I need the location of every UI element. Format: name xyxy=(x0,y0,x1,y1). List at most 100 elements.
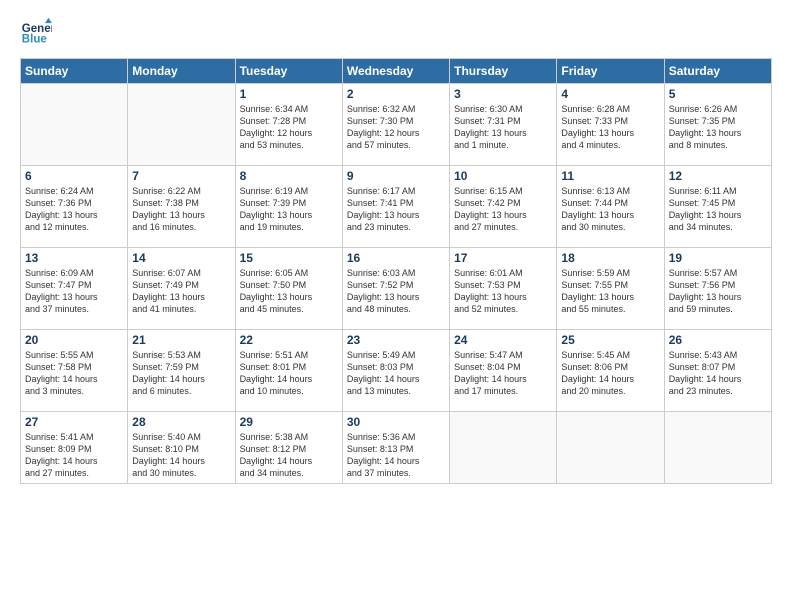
day-number: 25 xyxy=(561,333,659,347)
page-header: General Blue xyxy=(20,16,772,48)
day-number: 4 xyxy=(561,87,659,101)
col-header-friday: Friday xyxy=(557,59,664,84)
day-info: Sunrise: 6:13 AM Sunset: 7:44 PM Dayligh… xyxy=(561,185,659,234)
day-number: 10 xyxy=(454,169,552,183)
day-info: Sunrise: 6:11 AM Sunset: 7:45 PM Dayligh… xyxy=(669,185,767,234)
calendar-cell: 1 Sunrise: 6:34 AM Sunset: 7:28 PM Daylig… xyxy=(235,84,342,166)
calendar-cell: 19Sunrise: 5:57 AM Sunset: 7:56 PM Dayli… xyxy=(664,248,771,330)
week-row-1: 1 Sunrise: 6:34 AM Sunset: 7:28 PM Daylig… xyxy=(21,84,772,166)
calendar-cell: 8 Sunrise: 6:19 AM Sunset: 7:39 PM Daylig… xyxy=(235,166,342,248)
day-number: 2 xyxy=(347,87,445,101)
day-info: Sunrise: 6:28 AM Sunset: 7:33 PM Dayligh… xyxy=(561,103,659,152)
calendar-cell xyxy=(557,412,664,484)
calendar-cell: 9 Sunrise: 6:17 AM Sunset: 7:41 PM Daylig… xyxy=(342,166,449,248)
calendar-cell: 29Sunrise: 5:38 AM Sunset: 8:12 PM Dayli… xyxy=(235,412,342,484)
day-info: Sunrise: 5:45 AM Sunset: 8:06 PM Dayligh… xyxy=(561,349,659,398)
day-number: 16 xyxy=(347,251,445,265)
calendar-cell: 14 Sunrise: 6:07 AM Sunset: 7:49 PM Dayli… xyxy=(128,248,235,330)
day-number: 6 xyxy=(25,169,123,183)
day-number: 8 xyxy=(240,169,338,183)
calendar-cell: 18 Sunrise: 5:59 AM Sunset: 7:55 PM Dayli… xyxy=(557,248,664,330)
col-header-monday: Monday xyxy=(128,59,235,84)
day-info: Sunrise: 5:36 AM Sunset: 8:13 PM Dayligh… xyxy=(347,431,445,480)
calendar-cell: 27 Sunrise: 5:41 AM Sunset: 8:09 PM Dayli… xyxy=(21,412,128,484)
day-info: Sunrise: 6:19 AM Sunset: 7:39 PM Dayligh… xyxy=(240,185,338,234)
day-info: Sunrise: 6:07 AM Sunset: 7:49 PM Dayligh… xyxy=(132,267,230,316)
day-number: 23 xyxy=(347,333,445,347)
svg-text:Blue: Blue xyxy=(22,34,48,46)
calendar-cell: 26 Sunrise: 5:43 AM Sunset: 8:07 PM Dayli… xyxy=(664,330,771,412)
logo: General Blue xyxy=(20,16,56,48)
day-number: 28 xyxy=(132,415,230,429)
day-number: 9 xyxy=(347,169,445,183)
day-info: Sunrise: 6:34 AM Sunset: 7:28 PM Dayligh… xyxy=(240,103,338,152)
day-info: Sunrise: 6:24 AM Sunset: 7:36 PM Dayligh… xyxy=(25,185,123,234)
day-info: Sunrise: 6:22 AM Sunset: 7:38 PM Dayligh… xyxy=(132,185,230,234)
day-info: Sunrise: 6:30 AM Sunset: 7:31 PM Dayligh… xyxy=(454,103,552,152)
day-number: 1 xyxy=(240,87,338,101)
calendar-cell: 3 Sunrise: 6:30 AM Sunset: 7:31 PM Daylig… xyxy=(450,84,557,166)
week-row-4: 20 Sunrise: 5:55 AM Sunset: 7:58 PM Dayli… xyxy=(21,330,772,412)
calendar-cell: 15Sunrise: 6:05 AM Sunset: 7:50 PM Dayli… xyxy=(235,248,342,330)
calendar-cell: 4 Sunrise: 6:28 AM Sunset: 7:33 PM Daylig… xyxy=(557,84,664,166)
day-number: 12 xyxy=(669,169,767,183)
day-number: 3 xyxy=(454,87,552,101)
day-info: Sunrise: 5:55 AM Sunset: 7:58 PM Dayligh… xyxy=(25,349,123,398)
day-info: Sunrise: 5:47 AM Sunset: 8:04 PM Dayligh… xyxy=(454,349,552,398)
day-number: 17 xyxy=(454,251,552,265)
day-info: Sunrise: 6:15 AM Sunset: 7:42 PM Dayligh… xyxy=(454,185,552,234)
day-info: Sunrise: 5:49 AM Sunset: 8:03 PM Dayligh… xyxy=(347,349,445,398)
day-number: 30 xyxy=(347,415,445,429)
col-header-thursday: Thursday xyxy=(450,59,557,84)
day-info: Sunrise: 5:40 AM Sunset: 8:10 PM Dayligh… xyxy=(132,431,230,480)
day-number: 24 xyxy=(454,333,552,347)
calendar-cell: 16Sunrise: 6:03 AM Sunset: 7:52 PM Dayli… xyxy=(342,248,449,330)
day-number: 15 xyxy=(240,251,338,265)
calendar-cell: 23 Sunrise: 5:49 AM Sunset: 8:03 PM Dayli… xyxy=(342,330,449,412)
day-number: 26 xyxy=(669,333,767,347)
day-number: 5 xyxy=(669,87,767,101)
day-info: Sunrise: 6:01 AM Sunset: 7:53 PM Dayligh… xyxy=(454,267,552,316)
calendar-cell: 17 Sunrise: 6:01 AM Sunset: 7:53 PM Dayli… xyxy=(450,248,557,330)
day-number: 18 xyxy=(561,251,659,265)
calendar-cell: 24 Sunrise: 5:47 AM Sunset: 8:04 PM Dayli… xyxy=(450,330,557,412)
day-info: Sunrise: 5:41 AM Sunset: 8:09 PM Dayligh… xyxy=(25,431,123,480)
day-number: 11 xyxy=(561,169,659,183)
calendar-cell: 12 Sunrise: 6:11 AM Sunset: 7:45 PM Dayli… xyxy=(664,166,771,248)
calendar-cell: 10 Sunrise: 6:15 AM Sunset: 7:42 PM Dayli… xyxy=(450,166,557,248)
calendar-cell: 11 Sunrise: 6:13 AM Sunset: 7:44 PM Dayli… xyxy=(557,166,664,248)
calendar-cell: 20 Sunrise: 5:55 AM Sunset: 7:58 PM Dayli… xyxy=(21,330,128,412)
calendar-cell: 7 Sunrise: 6:22 AM Sunset: 7:38 PM Daylig… xyxy=(128,166,235,248)
day-number: 27 xyxy=(25,415,123,429)
calendar-cell xyxy=(21,84,128,166)
day-number: 22 xyxy=(240,333,338,347)
day-info: Sunrise: 6:32 AM Sunset: 7:30 PM Dayligh… xyxy=(347,103,445,152)
col-header-tuesday: Tuesday xyxy=(235,59,342,84)
calendar-cell: 5 Sunrise: 6:26 AM Sunset: 7:35 PM Daylig… xyxy=(664,84,771,166)
calendar-cell: 25 Sunrise: 5:45 AM Sunset: 8:06 PM Dayli… xyxy=(557,330,664,412)
col-header-wednesday: Wednesday xyxy=(342,59,449,84)
calendar-cell: 13Sunrise: 6:09 AM Sunset: 7:47 PM Dayli… xyxy=(21,248,128,330)
col-header-saturday: Saturday xyxy=(664,59,771,84)
calendar-cell: 6 Sunrise: 6:24 AM Sunset: 7:36 PM Daylig… xyxy=(21,166,128,248)
day-number: 14 xyxy=(132,251,230,265)
day-info: Sunrise: 6:26 AM Sunset: 7:35 PM Dayligh… xyxy=(669,103,767,152)
week-row-5: 27 Sunrise: 5:41 AM Sunset: 8:09 PM Dayli… xyxy=(21,412,772,484)
calendar-cell: 28 Sunrise: 5:40 AM Sunset: 8:10 PM Dayli… xyxy=(128,412,235,484)
calendar-table: SundayMondayTuesdayWednesdayThursdayFrid… xyxy=(20,58,772,484)
day-number: 7 xyxy=(132,169,230,183)
logo-icon: General Blue xyxy=(20,16,52,48)
day-number: 20 xyxy=(25,333,123,347)
calendar-cell: 2 Sunrise: 6:32 AM Sunset: 7:30 PM Daylig… xyxy=(342,84,449,166)
calendar-cell xyxy=(450,412,557,484)
calendar-cell: 21Sunrise: 5:53 AM Sunset: 7:59 PM Dayli… xyxy=(128,330,235,412)
day-info: Sunrise: 5:59 AM Sunset: 7:55 PM Dayligh… xyxy=(561,267,659,316)
day-info: Sunrise: 6:17 AM Sunset: 7:41 PM Dayligh… xyxy=(347,185,445,234)
calendar-cell xyxy=(664,412,771,484)
calendar-header-row: SundayMondayTuesdayWednesdayThursdayFrid… xyxy=(21,59,772,84)
day-info: Sunrise: 5:51 AM Sunset: 8:01 PM Dayligh… xyxy=(240,349,338,398)
day-info: Sunrise: 6:09 AM Sunset: 7:47 PM Dayligh… xyxy=(25,267,123,316)
day-number: 29 xyxy=(240,415,338,429)
day-info: Sunrise: 5:57 AM Sunset: 7:56 PM Dayligh… xyxy=(669,267,767,316)
day-info: Sunrise: 5:43 AM Sunset: 8:07 PM Dayligh… xyxy=(669,349,767,398)
